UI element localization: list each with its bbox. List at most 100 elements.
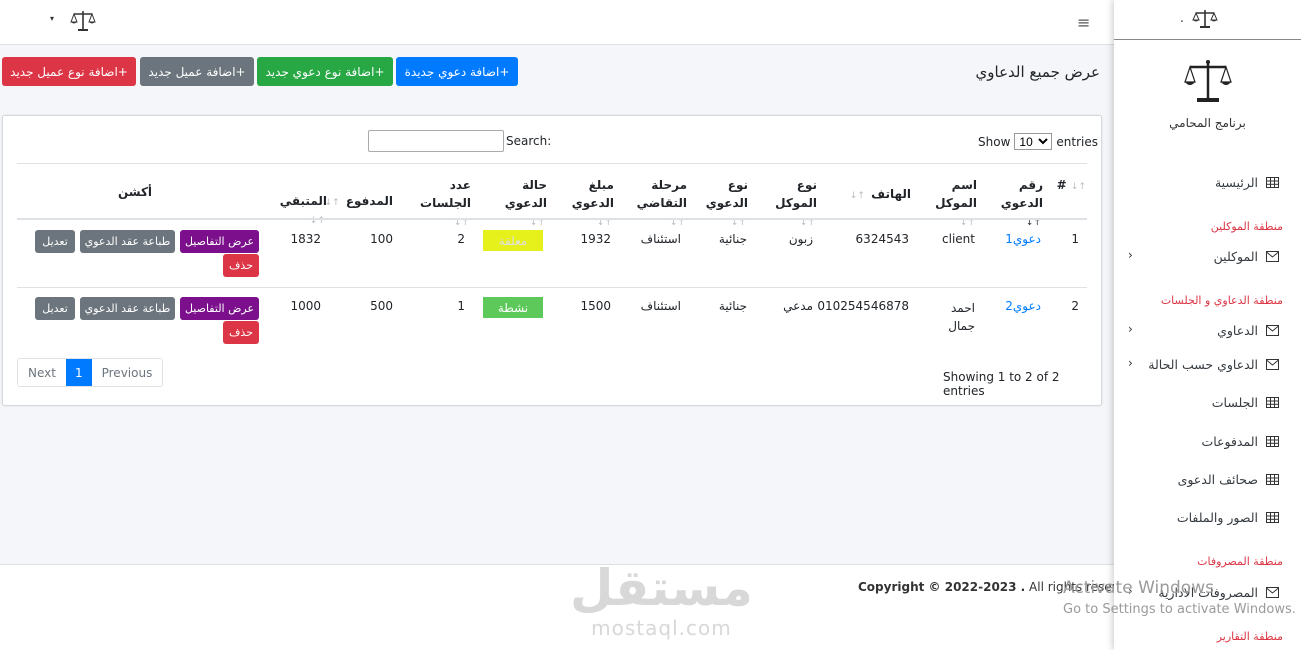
show-label: Show — [978, 134, 1011, 149]
col-header-case-no[interactable]: رقم الدعوي ↑↓ — [983, 176, 1043, 232]
row1-sessions: 2 — [457, 232, 465, 246]
row-divider — [17, 287, 1087, 288]
caret-down-icon[interactable]: ▾ — [50, 14, 54, 23]
watermark-arabic: مستقل — [570, 559, 753, 617]
row2-client-name: احمد جمال — [948, 301, 975, 333]
activation-title: Activate Windows — [1063, 578, 1214, 598]
sidebar-item-label: الموكلين — [1213, 248, 1258, 264]
grid-icon — [1266, 176, 1279, 188]
row1-client-name: client — [942, 232, 975, 246]
col-header-num[interactable]: ↑↓ # — [1056, 176, 1088, 196]
page-title: عرض جميع الدعاوي — [975, 63, 1100, 81]
envelope-icon — [1266, 358, 1279, 370]
row2-delete-button[interactable]: حذف — [223, 321, 259, 344]
next-page-button[interactable]: Next — [18, 359, 66, 386]
row2-sessions: 1 — [457, 299, 465, 313]
col-header-client-type[interactable]: نوع الموكل ↑↓ — [761, 176, 817, 232]
search-input[interactable] — [368, 130, 504, 152]
row2-case-no-link[interactable]: دعوي2 — [993, 299, 1041, 313]
show-entries: Show 10 entries — [978, 133, 1098, 150]
sidebar-item-label: صحائف الدعوى — [1177, 471, 1258, 487]
grid-icon — [1266, 435, 1279, 447]
envelope-icon — [1266, 324, 1279, 336]
previous-page-button[interactable]: Previous — [91, 359, 163, 386]
row2-amount: 1500 — [580, 299, 611, 313]
windows-activation-notice: Activate Windows Go to Settings to activ… — [1063, 577, 1296, 621]
sidebar-item-clients[interactable]: الموكلين ‹ — [1114, 244, 1301, 268]
sidebar-item-case-sheets[interactable]: صحائف الدعوى — [1114, 467, 1301, 491]
row2-case-type: جنائية — [718, 299, 747, 313]
row1-num: 1 — [1071, 232, 1079, 246]
footer: Copyright © 2022-2023 . All rights reser… — [0, 564, 1143, 650]
sidebar-brand[interactable]: برنامج المحامي — [1114, 40, 1301, 180]
col-header-client-name[interactable]: اسم الموكل ↑↓ — [915, 176, 977, 232]
row1-remaining: 1832 — [290, 232, 321, 246]
col-header-sessions[interactable]: عدد الجلسات ↑↓ — [407, 176, 471, 232]
row2-client-type: مدعي — [783, 299, 813, 313]
col-header-case-type[interactable]: نوع الدعوي ↑↓ — [696, 176, 748, 232]
add-client-type-button[interactable]: +اضافة نوع عميل جديد — [2, 57, 136, 86]
row2-details-button[interactable]: عرض التفاصيل — [180, 297, 259, 320]
envelope-icon — [1266, 250, 1279, 262]
add-case-type-button[interactable]: +اضافة نوع دعوي جديد — [257, 57, 393, 86]
row1-print-button[interactable]: طباعة عقد الدعوي — [80, 230, 175, 253]
add-case-button[interactable]: +اضافة دعوي جديدة — [396, 57, 518, 86]
add-client-button[interactable]: +اضافة عميل جديد — [140, 57, 254, 86]
chevron-left-icon: ‹ — [1128, 248, 1133, 262]
table-top-border — [17, 163, 1087, 164]
sidebar-top: . — [1114, 0, 1301, 40]
scales-of-justice-icon — [1183, 60, 1232, 102]
grid-icon — [1266, 396, 1279, 408]
row1-edit-button[interactable]: تعديل — [35, 230, 75, 253]
row1-client-type: زبون — [788, 232, 813, 246]
table-info: Showing 1 to 2 of 2 entries — [943, 370, 1060, 398]
brand-name: برنامج المحامي — [1169, 116, 1246, 130]
pagination: Next 1 Previous — [17, 358, 164, 387]
entries-label: entries — [1056, 134, 1098, 149]
col-header-status[interactable]: حالة الدعوي ↑↓ — [491, 176, 547, 232]
row1-details-button[interactable]: عرض التفاصيل — [180, 230, 259, 253]
chevron-left-icon: ‹ — [1128, 356, 1133, 370]
hamburger-icon[interactable]: ≡ — [1077, 13, 1090, 32]
col-header-remaining[interactable]: المتبقي ↑↓ — [265, 192, 327, 230]
row2-print-button[interactable]: طباعة عقد الدعوي — [80, 297, 175, 320]
search-label: Search: — [506, 134, 552, 148]
table-bottom — [17, 352, 1087, 353]
sidebar: . برنامج المحامي الرئيسية منطقة الموكلين — [1114, 0, 1301, 650]
scales-logo-icon[interactable] — [1192, 8, 1218, 30]
sidebar-item-cases[interactable]: الدعاوي ‹ — [1114, 318, 1301, 342]
row2-status-badge: نشطة — [483, 297, 543, 318]
sidebar-item-label: الدعاوي — [1217, 322, 1258, 338]
row1-amount: 1932 — [580, 232, 611, 246]
sidebar-item-sessions[interactable]: الجلسات — [1114, 390, 1301, 414]
row2-paid: 500 — [370, 299, 393, 313]
sidebar-item-home[interactable]: الرئيسية — [1114, 170, 1301, 194]
row1-delete-button[interactable]: حذف — [223, 254, 259, 277]
page-1-button[interactable]: 1 — [65, 359, 92, 386]
grid-icon — [1266, 511, 1279, 523]
sidebar-item-images-files[interactable]: الصور والملفات — [1114, 505, 1301, 529]
col-header-paid[interactable]: المدفوع ↑↓ — [321, 192, 393, 212]
col-header-stage[interactable]: مرحلة التقاضي ↑↓ — [625, 176, 687, 232]
sidebar-header-cases: منطقة الدعاوي و الجلسات — [1160, 294, 1283, 307]
col-header-action: أكشن — [117, 185, 153, 199]
col-header-amount[interactable]: مبلغ الدعوي ↑↓ — [556, 176, 614, 232]
grid-icon — [1266, 473, 1279, 485]
scales-logo-icon[interactable] — [70, 9, 96, 33]
sidebar-header-expenses: منطقة المصروفات — [1197, 555, 1283, 568]
page-size-select[interactable]: 10 — [1014, 133, 1053, 150]
sidebar-item-label: الرئيسية — [1214, 174, 1258, 190]
row1-status-badge: معلقة — [483, 230, 543, 251]
activation-subtitle: Go to Settings to activate Windows. — [1063, 602, 1296, 617]
row2-remaining: 1000 — [290, 299, 321, 313]
row1-case-no-link[interactable]: دعوي1 — [993, 232, 1041, 246]
row2-edit-button[interactable]: تعديل — [35, 297, 75, 320]
mostaql-watermark: مستقل mostaql.com — [570, 560, 753, 640]
watermark-latin: mostaql.com — [591, 616, 732, 640]
row1-stage: استئناف — [640, 232, 681, 246]
top-navbar: ▾ ≡ — [0, 0, 1114, 45]
cases-card: Show 10 entries Search: ↑↓ # رقم الدعوي … — [2, 115, 1102, 406]
sidebar-item-payments[interactable]: المدفوعات — [1114, 429, 1301, 453]
col-header-phone[interactable]: الهاتف ↑↓ — [833, 185, 911, 205]
sidebar-item-cases-by-status[interactable]: الدعاوي حسب الحالة ‹ — [1114, 352, 1301, 376]
